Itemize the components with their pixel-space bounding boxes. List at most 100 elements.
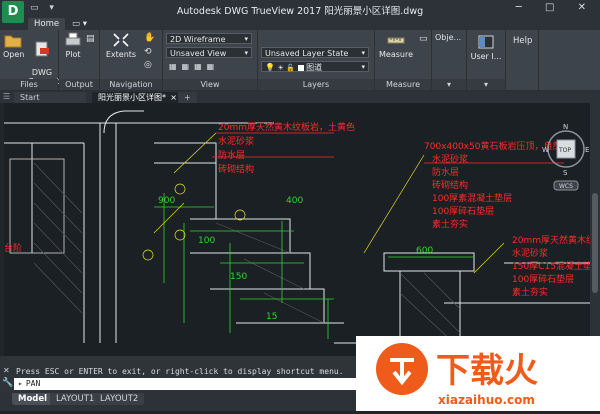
application-menu-button[interactable]: D (2, 1, 24, 23)
watermark-brand: 下载火 (436, 351, 538, 391)
annotation-text: 水泥砂浆 (218, 135, 254, 147)
panel-files-title: Files (0, 79, 58, 90)
tab-drawing-label: 阳光丽景小区详图* (98, 93, 166, 102)
panel-user-interface-expand[interactable]: ▾ (467, 79, 505, 90)
dimension-label: 100 (198, 236, 215, 246)
saved-view-dropdown[interactable]: Unsaved View ▾ (166, 47, 252, 58)
panel-output: Plot ▤ Output (59, 30, 100, 90)
annotation-text: 防水层 (432, 166, 459, 178)
compass-south[interactable]: S (563, 169, 568, 177)
chevron-down-icon: ▾ (244, 49, 248, 57)
tab-start[interactable]: Start (14, 92, 86, 103)
dimension-label: 600 (416, 246, 433, 256)
scrollbar-thumb[interactable] (592, 193, 598, 293)
plot-button[interactable]: Plot (63, 32, 83, 59)
wrench-icon[interactable]: 🔧 (2, 378, 13, 388)
vertical-scrollbar[interactable] (590, 103, 600, 356)
cad-drawing: 900 400 100 150 15 600 20mm厚天然黄木纹板岩，土黄色 … (4, 110, 590, 344)
new-tab-button[interactable]: + (178, 92, 197, 103)
printer-icon (65, 32, 81, 46)
batch-plot-icon[interactable]: ▤ (86, 34, 95, 44)
watermark: 下载火 xiazaihuo.com (356, 336, 600, 411)
window-title: Autodesk DWG TrueView 2017 阳光丽景小区详图.dwg (176, 6, 424, 17)
layer-color-swatch (297, 64, 304, 71)
layer-name-value: 图道 (306, 63, 323, 72)
markup-icon[interactable]: ▭ (419, 34, 428, 44)
saved-view-value: Unsaved View (170, 49, 227, 58)
dwg-convert-icon (35, 41, 49, 57)
dimension-label: 400 (286, 196, 303, 206)
command-input-value: PAN (25, 379, 41, 388)
document-tab-bar: ☰ Start 阳光丽景小区详图* × + (0, 91, 600, 103)
panel-objects-expand[interactable]: ▾ (432, 79, 466, 90)
annotation-text: 素土夯实 (432, 218, 468, 230)
steering-wheel-icon[interactable]: ◎ (144, 60, 152, 70)
dimension-label: 15 (266, 312, 277, 322)
viewcube[interactable]: TOP N S W E WCS (542, 123, 589, 191)
annotation-text: 20mm厚天然黄木纹板岩，土黄色 (218, 121, 355, 133)
ribbon-tab-home[interactable]: Home (28, 18, 66, 30)
annotation-text: 砖砌结构 (218, 163, 254, 175)
close-icon[interactable]: × (170, 92, 177, 103)
annotation-group-right: 20mm厚天然黄木纹板岩 水泥砂浆 150厚C15混凝土垫层 100厚碎石垫层 … (4, 234, 590, 298)
window-layout-icon (478, 35, 494, 49)
window-controls[interactable]: ─ □ ✕ (516, 2, 596, 13)
layer-dropdown[interactable]: 💡 ☀ 🔓 图道 ▾ (261, 61, 369, 72)
tab-drawing[interactable]: 阳光丽景小区详图* × (92, 92, 180, 103)
user-interface-label: User I... (470, 52, 502, 61)
compass-east[interactable]: E (585, 146, 589, 154)
wcs-menu[interactable]: WCS (559, 183, 573, 190)
sun-icon: ☀ (277, 64, 284, 72)
dimension-label: 150 (230, 272, 247, 282)
drawing-canvas[interactable]: 900 400 100 150 15 600 20mm厚天然黄木纹板岩，土黄色 … (4, 103, 590, 356)
chevron-down-icon: ▾ (244, 35, 248, 43)
tab-menu-icon[interactable]: ☰ (3, 92, 10, 101)
annotation-text: 100厚碎石垫层 (512, 273, 574, 285)
visual-style-value: 2D Wireframe (170, 35, 226, 44)
compass-west[interactable]: W (542, 146, 549, 154)
orbit-icon[interactable]: ⟲ (144, 47, 152, 57)
zoom-extents-icon (113, 33, 129, 47)
objects-label: Obje... (435, 33, 462, 42)
viewcube-top-face[interactable]: TOP (558, 147, 571, 154)
annotation-text: 水泥砂浆 (432, 153, 468, 165)
measure-label: Measure (379, 50, 413, 59)
watermark-logo: 下载火 xiazaihuo.com (376, 343, 538, 407)
tab-model[interactable]: Model (12, 393, 54, 405)
lock-icon: 🔓 (286, 64, 296, 72)
chevron-down-icon: ▾ (361, 49, 365, 57)
annotation-text: 100厚素混凝土垫层 (432, 192, 512, 204)
extents-button[interactable]: Extents (104, 32, 138, 59)
ribbon-tab-dropdown[interactable]: ▭ ▾ (66, 18, 93, 30)
dwg-convert-button[interactable]: DWG Convert (28, 32, 60, 86)
panel-help[interactable]: Help (506, 30, 539, 90)
tab-layout2[interactable]: LAYOUT2 (94, 393, 145, 405)
annotation-text: 水泥砂浆 (512, 247, 548, 259)
panel-layers-title: Layers (258, 79, 374, 90)
chevron-down-icon: ▾ (361, 63, 365, 71)
close-icon[interactable]: ✕ (3, 366, 10, 375)
annotation-text: 素土夯实 (512, 286, 548, 298)
tab-layout1[interactable]: LAYOUT1 (50, 393, 101, 405)
panel-output-title: Output (59, 79, 99, 90)
open-button[interactable]: Open (3, 32, 24, 59)
annotation-text: 100厚碎石垫层 (432, 205, 494, 217)
panel-measure-title: Measure (375, 79, 431, 90)
ribbon: Open DWG Convert Files Plot ▤ Output Ext… (0, 30, 600, 91)
pan-icon[interactable]: ✋ (144, 33, 155, 43)
measure-button[interactable]: Measure (377, 32, 415, 59)
visual-style-dropdown[interactable]: 2D Wireframe ▾ (166, 33, 252, 44)
panel-user-interface: User I... ▾ (467, 30, 506, 90)
panel-layers: Unsaved Layer State ▾ 💡 ☀ 🔓 图道 ▾ Layers (258, 30, 375, 90)
user-interface-button[interactable]: User I... (470, 34, 502, 61)
panel-navigation: Extents ✋ ⟲ ◎ Navigation (100, 30, 163, 90)
panel-navigation-title: Navigation (100, 79, 162, 90)
panel-objects[interactable]: Obje... ▾ (432, 30, 467, 90)
layer-state-dropdown[interactable]: Unsaved Layer State ▾ (261, 47, 369, 58)
layer-state-value: Unsaved Layer State (265, 49, 349, 58)
view-tools-icons[interactable]: ▦▦▦▦ (169, 62, 219, 71)
lightbulb-icon: 💡 (265, 63, 275, 72)
compass-north[interactable]: N (563, 123, 568, 131)
ribbon-tab-row: Home ▭ ▾ (0, 18, 600, 30)
dimension-label: 900 (158, 196, 175, 206)
